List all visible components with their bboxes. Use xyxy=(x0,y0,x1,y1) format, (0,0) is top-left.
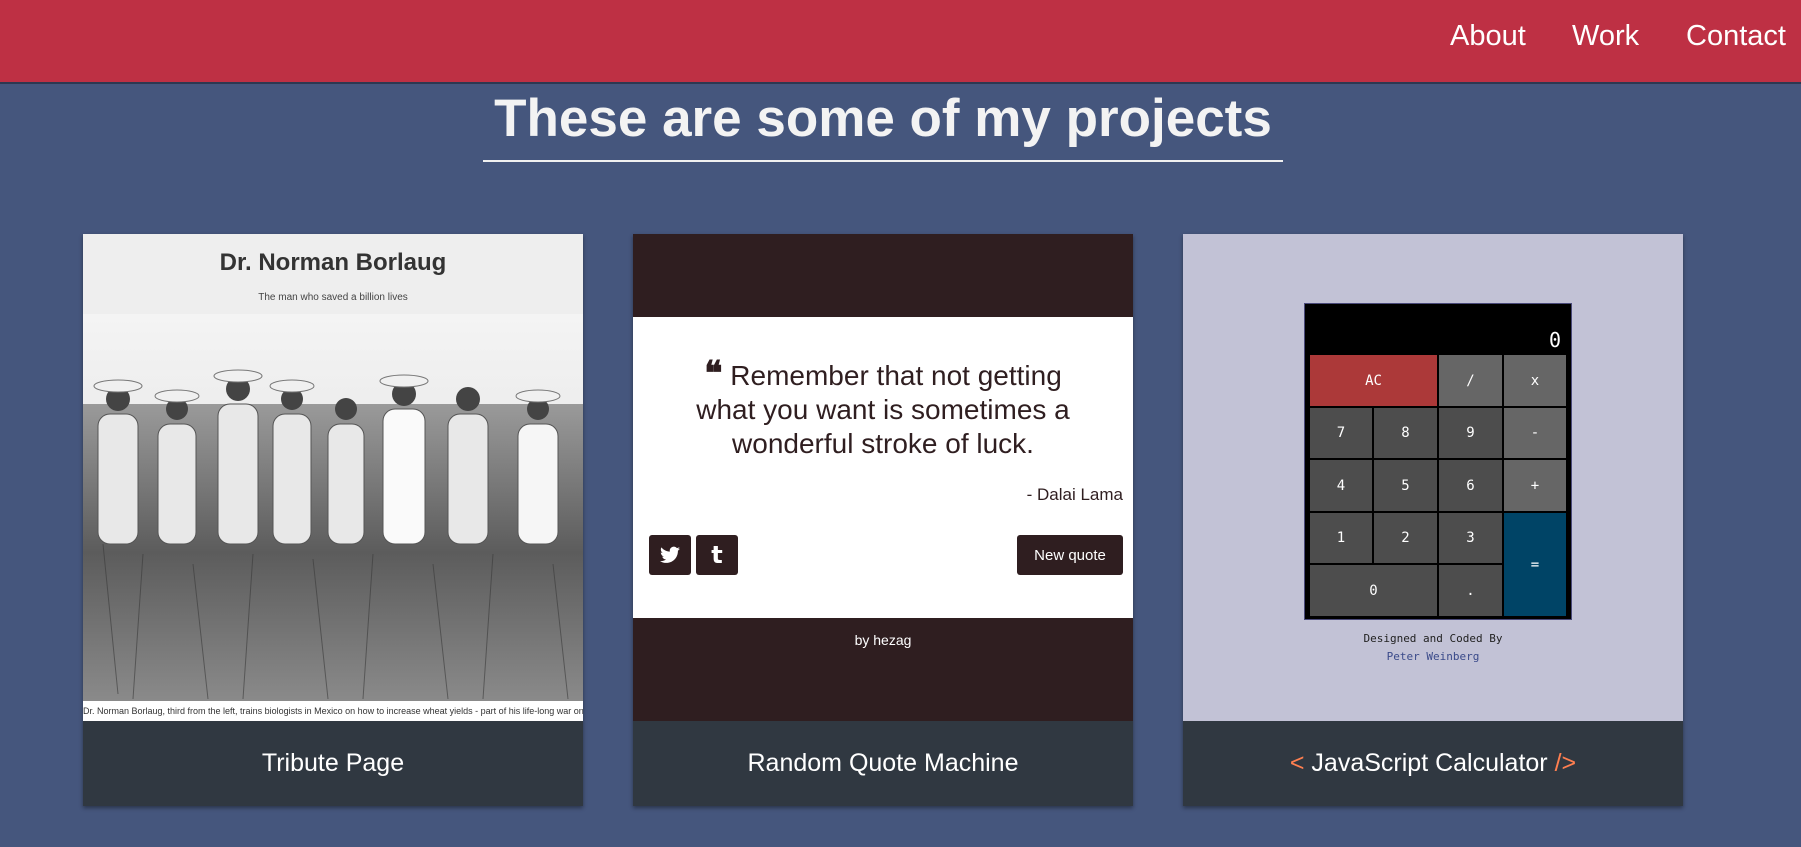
calculator: 0 AC / x 7 8 9 - 4 5 6 + 1 2 3 = 0 . xyxy=(1304,303,1572,620)
tumblr-button[interactable]: t xyxy=(696,535,738,575)
calc-key-8[interactable]: 8 xyxy=(1373,407,1438,459)
calculator-display: 0 xyxy=(1548,328,1561,352)
calc-key-multiply[interactable]: x xyxy=(1503,354,1567,407)
top-navbar: About Work Contact xyxy=(0,0,1801,82)
tribute-subtitle: The man who saved a billion lives xyxy=(258,292,408,303)
tribute-title: Dr. Norman Borlaug xyxy=(219,249,447,276)
calc-key-1[interactable]: 1 xyxy=(1309,512,1373,564)
project-caption[interactable]: Random Quote Machine xyxy=(633,721,1133,806)
project-card-calculator[interactable]: 0 AC / x 7 8 9 - 4 5 6 + 1 2 3 = 0 . Des… xyxy=(1183,234,1683,806)
byline-author-link[interactable]: hezag xyxy=(873,632,911,648)
project-preview-tribute[interactable]: Dr. Norman Borlaug The man who saved a b… xyxy=(83,234,583,721)
calculator-credit: Designed and Coded By Peter Weinberg xyxy=(1183,630,1683,666)
tribute-photo-caption: Dr. Norman Borlaug, third from the left,… xyxy=(83,701,583,721)
calc-key-3[interactable]: 3 xyxy=(1438,512,1503,564)
quote-byline: by hezag xyxy=(633,632,1133,648)
quote-text-block: ❝ Remember that not getting what you wan… xyxy=(673,357,1093,461)
project-caption[interactable]: Tribute Page xyxy=(83,721,583,806)
credit-line: Designed and Coded By xyxy=(1363,632,1503,645)
nav-link-contact[interactable]: Contact xyxy=(1686,20,1786,53)
calc-key-equals[interactable]: = xyxy=(1503,512,1567,617)
calc-key-7[interactable]: 7 xyxy=(1309,407,1373,459)
project-caption[interactable]: < JavaScript Calculator /> xyxy=(1183,721,1683,806)
quote-text: Remember that not getting what you want … xyxy=(696,360,1070,459)
calc-key-5[interactable]: 5 xyxy=(1373,459,1438,512)
credit-author-link[interactable]: Peter Weinberg xyxy=(1183,648,1683,666)
quote-mark-icon: ❝ xyxy=(704,354,723,394)
calc-key-plus[interactable]: + xyxy=(1503,459,1567,512)
caption-text: JavaScript Calculator xyxy=(1311,749,1548,777)
project-card-quote[interactable]: ❝ Remember that not getting what you wan… xyxy=(633,234,1133,806)
quote-author: - Dalai Lama xyxy=(1026,485,1123,504)
calc-key-6[interactable]: 6 xyxy=(1438,459,1503,512)
byline-prefix: by xyxy=(854,632,870,648)
calc-key-minus[interactable]: - xyxy=(1503,407,1567,459)
calc-key-4[interactable]: 4 xyxy=(1309,459,1373,512)
calc-key-divide[interactable]: / xyxy=(1438,354,1503,407)
calc-key-2[interactable]: 2 xyxy=(1373,512,1438,564)
section-heading: These are some of my projects xyxy=(483,86,1283,162)
nav-link-work[interactable]: Work xyxy=(1572,20,1639,53)
quote-box: ❝ Remember that not getting what you wan… xyxy=(633,317,1133,618)
project-preview-calculator[interactable]: 0 AC / x 7 8 9 - 4 5 6 + 1 2 3 = 0 . Des… xyxy=(1183,234,1683,721)
twitter-icon xyxy=(660,546,680,563)
project-preview-quote[interactable]: ❝ Remember that not getting what you wan… xyxy=(633,234,1133,721)
tumblr-icon: t xyxy=(711,541,723,569)
nav-link-about[interactable]: About xyxy=(1450,20,1526,53)
calc-key-9[interactable]: 9 xyxy=(1438,407,1503,459)
tribute-header: Dr. Norman Borlaug The man who saved a b… xyxy=(83,234,583,314)
calc-key-0[interactable]: 0 xyxy=(1309,564,1438,617)
caption-bracket-close: /> xyxy=(1554,749,1577,777)
caption-bracket-open: < xyxy=(1289,749,1305,777)
tribute-photo xyxy=(83,314,583,701)
calc-key-decimal[interactable]: . xyxy=(1438,564,1503,617)
calc-key-ac[interactable]: AC xyxy=(1309,354,1438,407)
project-card-tribute[interactable]: Dr. Norman Borlaug The man who saved a b… xyxy=(83,234,583,806)
twitter-button[interactable] xyxy=(649,535,691,575)
new-quote-button[interactable]: New quote xyxy=(1017,535,1123,575)
